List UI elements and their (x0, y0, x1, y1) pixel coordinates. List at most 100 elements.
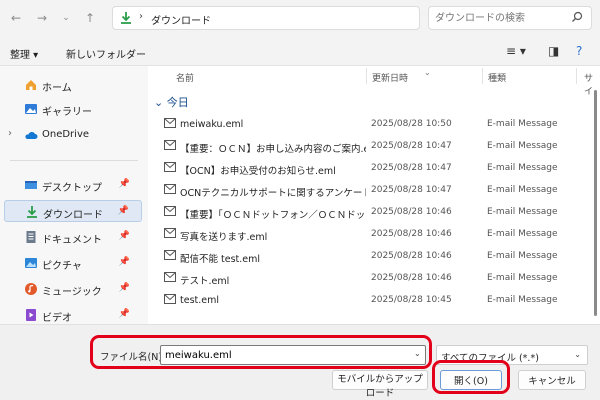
new-folder-button[interactable]: 新しいフォルダー (66, 46, 146, 61)
sidebar-item-label: ミュージック (42, 287, 102, 298)
file-type: E-mail Message (487, 141, 558, 151)
address-row: ← → ⌄ ↑ › ダウンロード ⌄ ↻ (0, 0, 600, 38)
email-file-icon (164, 206, 176, 216)
sidebar-item-pictures[interactable]: ピクチャ 📌 (4, 252, 142, 274)
upload-from-mobile-button[interactable]: モバイルからアップロード (332, 370, 428, 399)
column-header-type[interactable]: 種類 (488, 66, 506, 86)
column-header-size[interactable]: サイ (584, 66, 600, 97)
filetype-value: すべてのファイル (*.*) (441, 353, 539, 364)
filetype-dropdown-icon: ⌄ (574, 350, 581, 359)
forward-arrow-icon[interactable]: → (34, 10, 50, 26)
pin-icon[interactable]: 📌 (119, 179, 130, 189)
up-arrow-icon[interactable]: ↑ (82, 10, 98, 26)
cancel-button[interactable]: キャンセル (518, 370, 586, 390)
sort-indicator-icon: ⌄ (424, 68, 431, 77)
email-file-icon (164, 140, 176, 150)
file-date: 2025/08/28 10:50 (371, 119, 452, 129)
email-file-icon (164, 184, 176, 194)
filename-label: ファイル名(N): (100, 352, 166, 363)
music-icon (25, 283, 37, 295)
email-file-icon (164, 162, 176, 172)
path-separator-icon: › (139, 11, 143, 22)
sidebar-item-label: ビデオ (42, 313, 72, 324)
preview-pane-icon[interactable]: ◨ (548, 44, 559, 58)
sidebar-item-gallery[interactable]: ギャラリー (4, 98, 142, 120)
table-row[interactable]: 【重要：ＯＣＮ】お申し込み内容のご案内.eml 2025/08/28 10:47… (148, 136, 600, 158)
sidebar-item-home[interactable]: ホーム (4, 74, 142, 96)
sidebar-item-desktop[interactable]: デスクトップ 📌 (4, 174, 142, 196)
sidebar-item-label: ホーム (42, 83, 72, 94)
file-type: E-mail Message (487, 295, 558, 305)
sidebar-item-onedrive[interactable]: › OneDrive (4, 124, 142, 146)
table-row[interactable]: OCNテクニカルサポートに関するアンケートにつ... 2025/08/28 10… (148, 180, 600, 202)
sidebar-divider (10, 160, 138, 161)
sidebar-item-label: ダウンロード (43, 210, 103, 221)
table-row[interactable]: 写真を送ります.eml 2025/08/28 10:46 E-mail Mess… (148, 224, 600, 246)
table-row[interactable]: meiwaku.eml 2025/08/28 10:50 E-mail Mess… (148, 114, 600, 136)
group-collapse-chevron-icon[interactable]: ⌄ (154, 96, 163, 109)
pin-icon[interactable]: 📌 (118, 206, 129, 216)
file-date: 2025/08/28 10:46 (371, 207, 452, 217)
file-list: 名前 更新日時 ⌄ 種類 サイ ⌄ 今日 meiwaku.eml 2025/08… (148, 66, 600, 324)
sidebar-item-label: ドキュメント (42, 235, 102, 246)
file-type: E-mail Message (487, 119, 558, 129)
table-row[interactable]: テスト.eml 2025/08/28 10:46 E-mail Message (148, 268, 600, 290)
file-name: 【重要：ＯＣＮ】お申し込み内容のご案内.eml (180, 144, 366, 155)
address-bar[interactable]: › ダウンロード ⌄ ↻ (112, 6, 513, 30)
column-header-date[interactable]: 更新日時 (372, 66, 408, 86)
table-row[interactable]: test.eml 2025/08/28 10:45 E-mail Message (148, 290, 600, 312)
desktop-icon (25, 181, 37, 189)
download-folder-icon (121, 12, 131, 24)
sidebar-item-downloads[interactable]: ダウンロード 📌 (4, 200, 142, 222)
file-date: 2025/08/28 10:46 (371, 251, 452, 261)
vertical-scrollbar[interactable] (594, 90, 597, 316)
view-menu-icon[interactable]: ≡ ▾ (506, 44, 526, 58)
home-icon (26, 80, 36, 90)
pin-icon[interactable]: 📌 (119, 309, 130, 319)
email-file-icon (164, 272, 176, 282)
video-icon (26, 309, 36, 321)
back-arrow-icon[interactable]: ← (8, 10, 24, 26)
group-header-label: 今日 (166, 96, 189, 109)
expand-chevron-icon[interactable]: › (8, 128, 12, 139)
organize-button[interactable]: 整理 ▾ (10, 46, 38, 61)
file-date: 2025/08/28 10:46 (371, 273, 452, 283)
open-button[interactable]: 開く(O) (440, 370, 502, 390)
navigation-pane: ホーム ギャラリー › OneDrive デスクトップ 📌 ダウンロード 📌 ド… (0, 66, 148, 324)
recent-chevron-icon[interactable]: ⌄ (58, 10, 74, 26)
filetype-select[interactable]: すべてのファイル (*.*) ⌄ (436, 345, 588, 365)
download-icon (27, 206, 37, 218)
help-icon[interactable]: ? (576, 44, 582, 58)
file-name: meiwaku.eml (180, 119, 244, 130)
group-header-today[interactable]: ⌄ 今日 (154, 94, 189, 110)
pin-icon[interactable]: 📌 (119, 283, 130, 293)
email-file-icon (164, 250, 176, 260)
column-divider[interactable] (366, 68, 367, 84)
column-divider[interactable] (576, 68, 577, 84)
sidebar-item-label: デスクトップ (42, 183, 102, 194)
file-date: 2025/08/28 10:46 (371, 229, 452, 239)
table-row[interactable]: 【OCN】お申込受付のお知らせ.eml 2025/08/28 10:47 E-m… (148, 158, 600, 180)
table-row[interactable]: 【重要】「ＯＣＮドットフォン／ＯＣＮドットフォ... 2025/08/28 10… (148, 202, 600, 224)
pin-icon[interactable]: 📌 (119, 231, 130, 241)
filename-dropdown-icon[interactable]: ⌄ (414, 349, 421, 358)
pictures-icon (25, 258, 37, 268)
file-type: E-mail Message (487, 207, 558, 217)
search-input[interactable] (435, 10, 565, 26)
sidebar-item-documents[interactable]: ドキュメント 📌 (4, 226, 142, 248)
search-box[interactable] (428, 6, 592, 30)
column-divider[interactable] (482, 68, 483, 84)
sidebar-item-videos[interactable]: ビデオ 📌 (4, 304, 142, 324)
email-file-icon (164, 228, 176, 238)
column-header-name[interactable]: 名前 (176, 66, 194, 86)
address-path: ダウンロード (151, 16, 211, 27)
sidebar-item-music[interactable]: ミュージック 📌 (4, 278, 142, 300)
sidebar-item-label: OneDrive (42, 129, 90, 140)
filename-input[interactable] (160, 345, 426, 365)
pin-icon[interactable]: 📌 (119, 257, 130, 267)
table-row[interactable]: 配信不能 test.eml 2025/08/28 10:46 E-mail Me… (148, 246, 600, 268)
gallery-icon (25, 104, 37, 114)
file-type: E-mail Message (487, 251, 558, 261)
documents-icon (26, 231, 36, 243)
file-dialog-footer: ファイル名(N): ⌄ すべてのファイル (*.*) ⌄ モバイルからアップロー… (0, 324, 600, 400)
